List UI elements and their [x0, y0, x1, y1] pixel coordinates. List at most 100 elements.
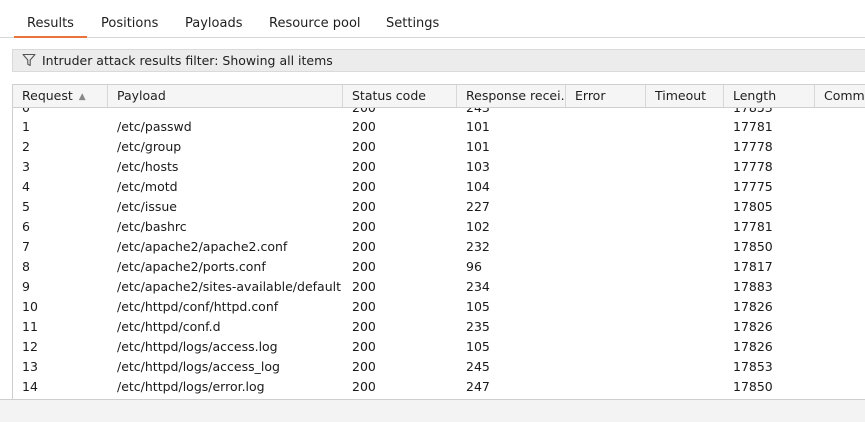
- cell-response: 101: [466, 139, 490, 154]
- cell-timeout: [646, 177, 724, 197]
- cell-error: [566, 257, 646, 277]
- column-header-request[interactable]: Request ▲: [13, 85, 108, 107]
- table-row[interactable]: 13 /etc/httpd/logs/access_log 200 245 17…: [13, 357, 865, 377]
- table-row[interactable]: 6 /etc/bashrc 200 102 17781: [13, 217, 865, 237]
- cell-timeout: [646, 197, 724, 217]
- cell-status: 200: [352, 179, 376, 194]
- cell-status: 200: [352, 299, 376, 314]
- cell-length: 17778: [733, 139, 773, 154]
- cell-error: [566, 277, 646, 297]
- column-header-length[interactable]: Length: [724, 85, 815, 107]
- cell-request: 8: [22, 259, 30, 274]
- table-row[interactable]: 11 /etc/httpd/conf.d 200 235 17826: [13, 317, 865, 337]
- cell-comment: [815, 277, 865, 297]
- column-header-status-code[interactable]: Status code: [343, 85, 457, 107]
- cell-payload: /etc/apache2/apache2.conf: [117, 239, 288, 254]
- column-header-response-received[interactable]: Response recei...: [457, 85, 566, 107]
- cell-status: 200: [352, 319, 376, 334]
- cell-comment: [815, 157, 865, 177]
- tab-positions[interactable]: Positions: [101, 15, 158, 33]
- column-header-timeout[interactable]: Timeout: [646, 85, 724, 107]
- cell-error: [566, 177, 646, 197]
- tab-payloads[interactable]: Payloads: [185, 15, 242, 33]
- table-row[interactable]: 8 /etc/apache2/ports.conf 200 96 17817: [13, 257, 865, 277]
- column-header-payload[interactable]: Payload: [108, 85, 343, 107]
- tab-resource-pool[interactable]: Resource pool: [269, 15, 361, 33]
- table-row[interactable]: 9 /etc/apache2/sites-available/default 2…: [13, 277, 865, 297]
- cell-status: 200: [352, 219, 376, 234]
- column-header-label: Timeout: [655, 88, 707, 103]
- cell-error: [566, 137, 646, 157]
- cell-error: [566, 337, 646, 357]
- results-table: Request ▲ Payload Status code Response re…: [12, 84, 865, 399]
- cell-error: [566, 157, 646, 177]
- cell-error: [566, 237, 646, 257]
- results-filter-bar[interactable]: Intruder attack results filter: Showing …: [12, 49, 865, 72]
- table-row[interactable]: 7 /etc/apache2/apache2.conf 200 232 1785…: [13, 237, 865, 257]
- cell-length: 17781: [733, 219, 773, 234]
- cell-request: 9: [22, 279, 30, 294]
- cell-length: 17775: [733, 179, 773, 194]
- tab-settings[interactable]: Settings: [386, 15, 439, 33]
- cell-response: 247: [466, 379, 490, 394]
- cell-payload: /etc/httpd/conf.d: [117, 319, 221, 334]
- cell-comment: [815, 197, 865, 217]
- cell-status: 200: [352, 379, 376, 394]
- table-row[interactable]: 5 /etc/issue 200 227 17805: [13, 197, 865, 217]
- cell-comment: [815, 117, 865, 137]
- cell-timeout: [646, 337, 724, 357]
- table-header: Request ▲ Payload Status code Response re…: [13, 85, 865, 108]
- cell-error: [566, 317, 646, 337]
- table-row[interactable]: 14 /etc/httpd/logs/error.log 200 247 178…: [13, 377, 865, 397]
- bottom-pane-divider[interactable]: [0, 399, 865, 422]
- cell-comment: [815, 377, 865, 397]
- cell-comment: [815, 337, 865, 357]
- cell-status: 200: [352, 139, 376, 154]
- cell-payload: /etc/issue: [117, 199, 177, 214]
- cell-error: [566, 357, 646, 377]
- cell-response: 232: [466, 239, 490, 254]
- table-row[interactable]: 4 /etc/motd 200 104 17775: [13, 177, 865, 197]
- cell-comment: [815, 297, 865, 317]
- cell-response: 235: [466, 319, 490, 334]
- cell-error: [566, 117, 646, 137]
- cell-payload: /etc/hosts: [117, 159, 179, 174]
- cell-comment: [815, 317, 865, 337]
- cell-timeout: [646, 277, 724, 297]
- cell-error: [566, 197, 646, 217]
- cell-error: [566, 377, 646, 397]
- table-row[interactable]: 12 /etc/httpd/logs/access.log 200 105 17…: [13, 337, 865, 357]
- cell-comment: [815, 177, 865, 197]
- cell-timeout: [646, 157, 724, 177]
- cell-length: 17883: [733, 279, 773, 294]
- table-row[interactable]: 1 /etc/passwd 200 101 17781: [13, 117, 865, 137]
- cell-status: 200: [352, 259, 376, 274]
- cell-timeout: [646, 217, 724, 237]
- tab-bar: Results Positions Payloads Resource pool…: [0, 0, 865, 38]
- column-header-comment[interactable]: Commen: [815, 85, 865, 107]
- tab-results[interactable]: Results: [14, 15, 87, 38]
- table-row[interactable]: 3 /etc/hosts 200 103 17778: [13, 157, 865, 177]
- cell-length: 17826: [733, 299, 773, 314]
- cell-comment: [815, 237, 865, 257]
- cell-response: 102: [466, 219, 490, 234]
- cell-payload: /etc/httpd/logs/error.log: [117, 379, 265, 394]
- cell-request: 14: [22, 379, 38, 394]
- table-row[interactable]: 10 /etc/httpd/conf/httpd.conf 200 105 17…: [13, 297, 865, 317]
- table-row[interactable]: 2 /etc/group 200 101 17778: [13, 137, 865, 157]
- column-header-label: Status code: [352, 88, 426, 103]
- column-header-error[interactable]: Error: [566, 85, 646, 107]
- cell-timeout: [646, 137, 724, 157]
- cell-timeout: [646, 117, 724, 137]
- column-header-label: Request: [22, 88, 73, 103]
- cell-request: 2: [22, 139, 30, 154]
- column-header-label: Length: [733, 88, 777, 103]
- cell-request: 7: [22, 239, 30, 254]
- cell-timeout: [646, 317, 724, 337]
- cell-timeout: [646, 297, 724, 317]
- cell-response: 234: [466, 279, 490, 294]
- cell-timeout: [646, 377, 724, 397]
- cell-request: 4: [22, 179, 30, 194]
- cell-status: 200: [352, 199, 376, 214]
- cell-response: 245: [466, 359, 490, 374]
